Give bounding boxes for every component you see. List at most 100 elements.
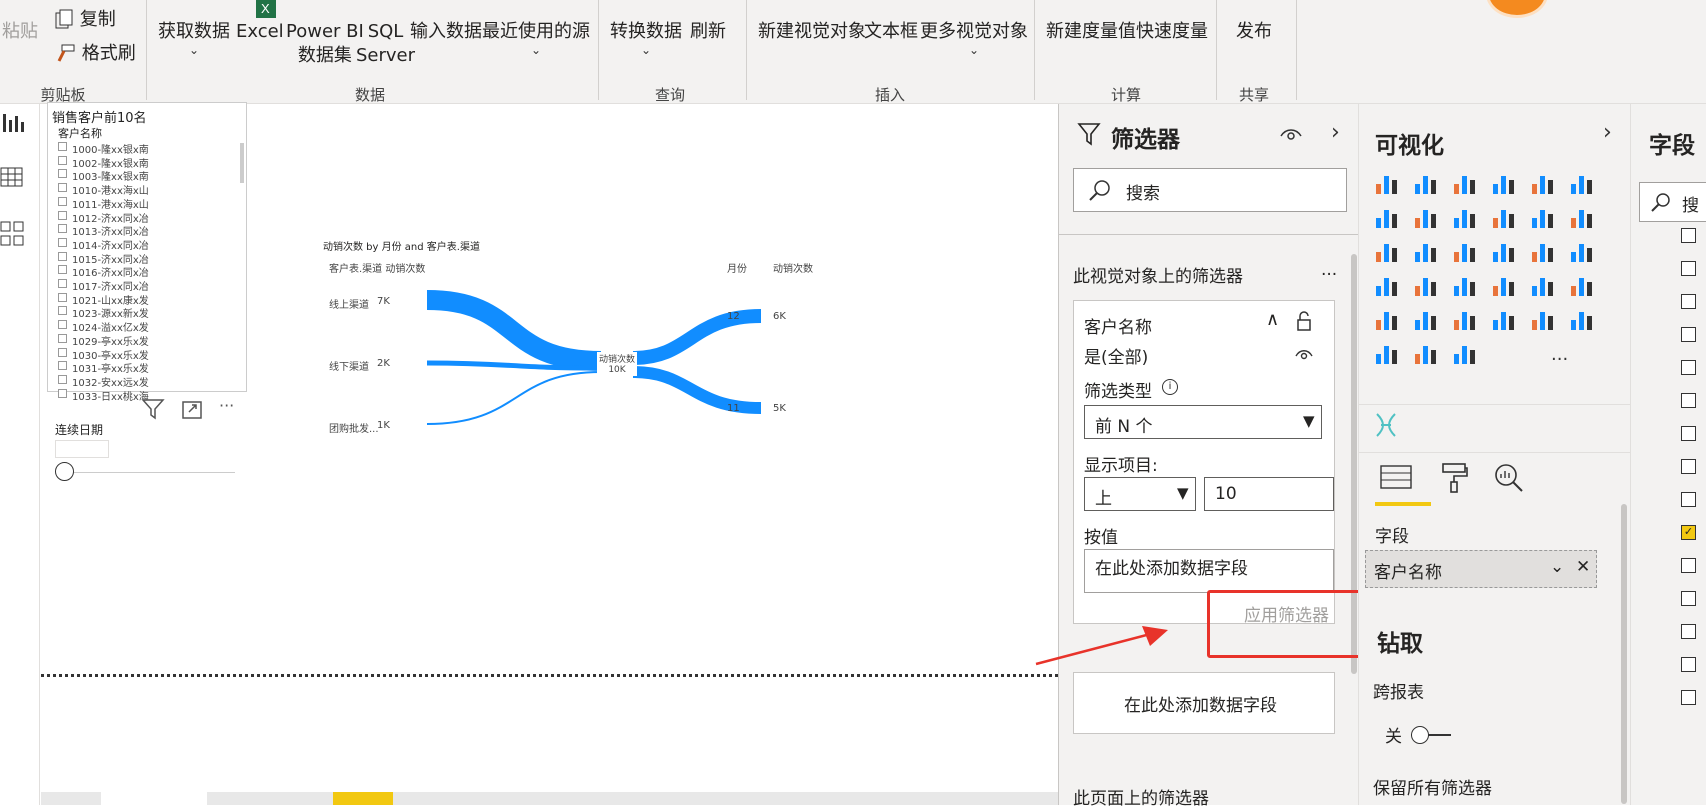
filter-card-customer[interactable]: 客户名称 ∧ 是(全部) 筛选类型 i 前 N 个 ▼ 显示项目: 上 ▼ 10… — [1073, 300, 1335, 626]
viz-scrollbar[interactable] — [1621, 504, 1627, 804]
field-checkbox[interactable] — [1681, 261, 1696, 276]
visual-type-icon[interactable] — [1490, 238, 1516, 264]
visual-type-icon[interactable] — [1373, 272, 1399, 298]
model-view-icon[interactable] — [0, 220, 26, 248]
powerbi-dataset-button[interactable]: Power BI 数据集 — [286, 20, 364, 68]
add-page-tab[interactable] — [333, 792, 393, 805]
visual-type-icon[interactable] — [1568, 306, 1594, 332]
report-canvas[interactable]: 销售客户前10名 客户名称 1000-隆xx银x南 1002-隆xx银x南 1003… — [41, 102, 1058, 805]
visual-type-icon[interactable] — [1490, 204, 1516, 230]
python-visual-icon[interactable] — [1373, 410, 1399, 440]
eye-icon[interactable] — [1279, 126, 1303, 142]
visual-type-icon[interactable] — [1451, 306, 1477, 332]
paint-roller-icon[interactable] — [1439, 462, 1469, 494]
visual-type-icon[interactable] — [1568, 238, 1594, 264]
visual-type-icon[interactable] — [1568, 170, 1594, 196]
visual-type-icon[interactable] — [1529, 204, 1555, 230]
visual-type-icon[interactable] — [1412, 204, 1438, 230]
visual-type-icon[interactable] — [1373, 204, 1399, 230]
quick-measure-button[interactable]: 快速度量 — [1136, 20, 1208, 44]
close-icon[interactable]: ✕ — [1576, 557, 1590, 577]
visual-type-icon[interactable] — [1412, 306, 1438, 332]
analytics-magnifier-icon[interactable] — [1493, 462, 1525, 494]
chevron-right-icon[interactable]: › — [1603, 120, 1612, 145]
visual-type-icon[interactable] — [1373, 170, 1399, 196]
recent-sources-button[interactable]: 最近使用的源 ⌄ — [482, 20, 590, 56]
report-view-icon[interactable] — [2, 112, 26, 136]
field-checkbox[interactable] — [1681, 591, 1696, 606]
eye-icon[interactable] — [1294, 347, 1314, 361]
sankey-flow-online[interactable] — [426, 290, 602, 371]
sankey-flow-month12[interactable] — [632, 309, 762, 365]
data-view-icon[interactable] — [0, 166, 24, 190]
field-checkbox[interactable] — [1681, 228, 1696, 243]
fields-search-input[interactable]: 搜 — [1639, 182, 1706, 222]
refresh-button[interactable]: 刷新 — [690, 20, 726, 44]
visual-type-icon[interactable] — [1373, 340, 1399, 366]
field-checkbox[interactable] — [1681, 624, 1696, 639]
transform-data-button[interactable]: 转换数据 ⌄ — [610, 20, 682, 56]
fields-tab-icon[interactable] — [1379, 464, 1413, 492]
field-checkbox[interactable] — [1681, 294, 1696, 309]
visual-type-icon[interactable] — [1373, 238, 1399, 264]
visual-type-icon[interactable] — [1451, 238, 1477, 264]
visual-type-icon[interactable] — [1451, 272, 1477, 298]
visual-type-icon[interactable] — [1490, 170, 1516, 196]
page-tab[interactable] — [101, 792, 207, 805]
filter-type-select[interactable]: 前 N 个 ▼ — [1084, 405, 1322, 439]
publish-button[interactable]: 发布 — [1236, 20, 1272, 44]
field-checkbox[interactable] — [1681, 690, 1696, 705]
add-field-drop-zone[interactable]: 在此处添加数据字段 — [1073, 672, 1335, 734]
info-icon[interactable]: i — [1162, 379, 1178, 395]
sankey-flow-wholesale[interactable] — [426, 371, 602, 425]
count-input[interactable]: 10 — [1204, 477, 1334, 511]
visual-type-icon[interactable] — [1490, 306, 1516, 332]
sql-server-button[interactable]: SQL Server — [356, 20, 415, 68]
more-visuals-button[interactable]: 更多视觉对象 ⌄ — [920, 20, 1028, 56]
field-checkbox[interactable] — [1681, 558, 1696, 573]
field-checkbox[interactable] — [1681, 426, 1696, 441]
by-value-drop-zone[interactable]: 在此处添加数据字段 — [1084, 549, 1334, 593]
visual-type-icon[interactable] — [1451, 340, 1477, 366]
paste-button[interactable]: 粘贴 — [2, 20, 38, 44]
field-checkbox[interactable] — [1681, 393, 1696, 408]
visual-type-icon[interactable] — [1529, 306, 1555, 332]
field-checkbox[interactable] — [1681, 360, 1696, 375]
field-well-chip[interactable]: 客户名称 ⌄ ✕ — [1365, 550, 1597, 588]
excel-button[interactable]: X Excel — [236, 0, 284, 44]
visual-type-icon[interactable] — [1451, 170, 1477, 196]
format-painter-button[interactable]: 格式刷 — [54, 42, 136, 66]
visual-type-icon[interactable] — [1373, 306, 1399, 332]
sankey-flow-month11[interactable] — [632, 366, 762, 414]
sankey-center-node[interactable]: 动销次数 10K — [597, 352, 637, 376]
visual-type-icon[interactable] — [1529, 272, 1555, 298]
new-measure-button[interactable]: 新建度量值 — [1046, 20, 1136, 44]
visual-type-icon[interactable] — [1412, 340, 1438, 366]
lock-icon[interactable] — [1296, 311, 1312, 331]
chevron-down-icon[interactable]: ⌄ — [1550, 557, 1564, 577]
visual-type-icon[interactable] — [1451, 204, 1477, 230]
sankey-chart[interactable] — [41, 104, 1058, 604]
enter-data-button[interactable]: 输入数据 — [410, 20, 482, 44]
textbox-button[interactable]: 文本框 — [864, 20, 918, 44]
visual-type-icon[interactable] — [1529, 238, 1555, 264]
visual-type-icon[interactable] — [1568, 204, 1594, 230]
get-data-button[interactable]: 获取数据 ⌄ — [158, 20, 230, 56]
filters-search-input[interactable]: 搜索 — [1073, 168, 1347, 212]
more-options-icon[interactable]: ... — [1321, 260, 1337, 280]
field-checkbox[interactable] — [1681, 492, 1696, 507]
avatar[interactable] — [1486, 0, 1548, 18]
visual-type-icon[interactable] — [1412, 238, 1438, 264]
visual-type-icon[interactable] — [1412, 170, 1438, 196]
toggle-switch[interactable] — [1411, 726, 1429, 744]
visual-type-icon[interactable] — [1568, 272, 1594, 298]
visual-type-icon[interactable] — [1412, 272, 1438, 298]
more-visuals-icon[interactable]: ... — [1551, 344, 1568, 365]
new-visual-button[interactable]: 新建视觉对象 — [758, 20, 866, 44]
chevron-right-icon[interactable]: › — [1331, 120, 1340, 145]
direction-select[interactable]: 上 ▼ — [1084, 477, 1196, 511]
field-checkbox[interactable] — [1681, 657, 1696, 672]
field-checkbox[interactable]: ✓ — [1681, 525, 1696, 540]
visual-type-icon[interactable] — [1529, 170, 1555, 196]
field-checkbox[interactable] — [1681, 459, 1696, 474]
